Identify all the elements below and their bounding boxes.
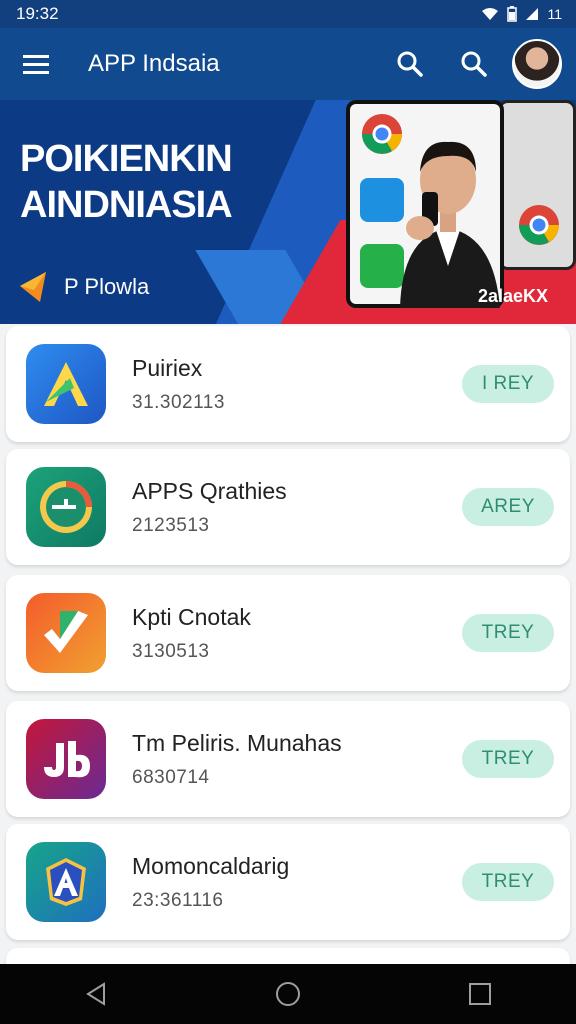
- promo-banner[interactable]: POIKIENKIN AINDNIASIA P Plowla 2alaeKX: [0, 100, 576, 324]
- try-button[interactable]: TREY: [462, 863, 554, 901]
- presenter-illustration: [400, 141, 500, 308]
- user-avatar[interactable]: [512, 39, 562, 89]
- back-button[interactable]: [66, 964, 126, 1024]
- try-button[interactable]: TREY: [462, 740, 554, 778]
- arrow-a-icon: [26, 344, 106, 424]
- menu-button[interactable]: [0, 28, 72, 100]
- recents-square-icon: [469, 983, 491, 1005]
- app-meta: 31.302113: [132, 391, 225, 413]
- wifi-icon: [482, 8, 499, 20]
- list-item[interactable]: Puiriex 31.302113 I REY: [6, 326, 570, 442]
- phone-mockup-secondary: [498, 100, 576, 270]
- try-button[interactable]: AREY: [462, 488, 554, 526]
- search-button-secondary[interactable]: [442, 28, 506, 100]
- app-list: Puiriex 31.302113 I REY APPS Qrathies 21…: [0, 324, 576, 964]
- banner-caption: 2alaeKX: [478, 286, 549, 306]
- status-right-text: 11: [547, 6, 562, 22]
- back-triangle-icon: [86, 982, 105, 1006]
- app-title: APP Indsaia: [88, 50, 220, 77]
- app-meta: 2123513: [132, 514, 210, 536]
- search-icon: [397, 51, 423, 77]
- try-button[interactable]: I REY: [462, 365, 554, 403]
- status-time: 19:32: [16, 4, 59, 23]
- list-item[interactable]: APPS Qrathies 2123513 AREY: [6, 449, 570, 565]
- app-meta: 23:361116: [132, 889, 224, 911]
- app-name: APPS Qrathies: [132, 477, 287, 504]
- banner-heading: POIKIENKIN AINDNIASIA: [20, 138, 233, 226]
- app-name: Puiriex: [132, 354, 203, 381]
- jb-icon: [26, 719, 106, 799]
- search-button[interactable]: [378, 28, 442, 100]
- app-bar: APP Indsaia: [0, 28, 576, 100]
- list-item[interactable]: Kpti Cnotak 3130513 TREY: [6, 575, 570, 691]
- list-item-partial[interactable]: [6, 948, 570, 964]
- shield-a-icon: [26, 842, 106, 922]
- list-item[interactable]: Momoncaldarig 23:361116 TREY: [6, 824, 570, 940]
- brand-logo-icon: [20, 272, 46, 302]
- home-button[interactable]: [258, 964, 318, 1024]
- recents-button[interactable]: [450, 964, 510, 1024]
- app-meta: 6830714: [132, 766, 210, 788]
- app-meta: 3130513: [132, 640, 210, 662]
- home-circle-icon: [276, 982, 300, 1006]
- app-name: Tm Peliris. Munahas: [132, 729, 342, 756]
- app-name: Momoncaldarig: [132, 852, 290, 879]
- chrome-icon: [519, 205, 559, 245]
- banner-brand: P Plowla: [16, 268, 149, 306]
- check-icon: [26, 593, 106, 673]
- try-button[interactable]: TREY: [462, 614, 554, 652]
- status-bar: 19:32 11: [0, 0, 576, 28]
- battery-icon: [507, 6, 518, 22]
- list-item[interactable]: Tm Peliris. Munahas 6830714 TREY: [6, 701, 570, 817]
- system-nav-bar: [0, 964, 576, 1024]
- app-name: Kpti Cnotak: [132, 603, 251, 630]
- hamburger-menu-icon: [23, 55, 49, 74]
- signal-icon: [526, 8, 539, 20]
- clock-icon: [26, 467, 106, 547]
- search-icon: [461, 51, 487, 77]
